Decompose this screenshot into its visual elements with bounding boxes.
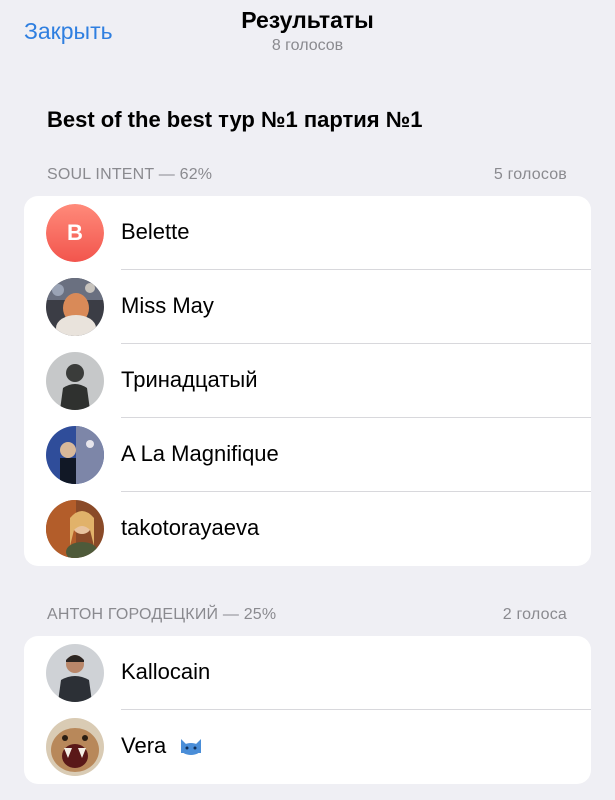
avatar [46, 278, 104, 336]
voter-row[interactable]: B Belette [24, 196, 591, 270]
option-header: АНТОН ГОРОДЕЦКИЙ — 25% 2 голоса [47, 606, 567, 628]
voter-name: takotorayaeva [121, 515, 260, 540]
voter-name: Kallocain [121, 659, 211, 684]
voters-list: B Belette Miss May Тринадцатый A La Magn… [24, 196, 591, 566]
avatar [46, 352, 104, 410]
voter-row[interactable]: takotorayaeva [24, 492, 591, 566]
option-header: SOUL INTENT — 62% 5 голосов [47, 166, 567, 188]
voter-name: Vera [121, 733, 167, 758]
voter-name: Miss May [121, 293, 214, 318]
avatar-photo [46, 352, 104, 410]
voter-row[interactable]: Тринадцатый [24, 344, 591, 418]
blue-cat-emoji-icon [178, 733, 204, 761]
voter-name: A La Magnifique [121, 441, 279, 466]
avatar-photo [46, 644, 104, 702]
avatar-photo [46, 278, 104, 336]
option-label: АНТОН ГОРОДЕЦКИЙ — 25% [47, 606, 277, 623]
nav-header: Закрыть Результаты 8 голосов [0, 0, 615, 66]
avatar-photo [46, 426, 104, 484]
option-vote-count: 2 голоса [502, 606, 567, 623]
voter-row[interactable]: Vera [24, 710, 591, 784]
avatar [46, 500, 104, 558]
avatar [46, 718, 104, 776]
avatar [46, 644, 104, 702]
voter-name: Тринадцатый [121, 367, 258, 392]
voter-row[interactable]: A La Magnifique [24, 418, 591, 492]
voters-list: Kallocain Vera [24, 636, 591, 784]
page-title: Результаты [241, 7, 374, 33]
option-label: SOUL INTENT — 62% [47, 166, 213, 183]
avatar-photo [46, 500, 104, 558]
voter-name-with-badge: Vera [121, 733, 204, 761]
option-vote-count: 5 голосов [493, 166, 567, 183]
total-votes-subtitle: 8 голосов [271, 37, 344, 54]
voter-name: Belette [121, 219, 190, 244]
avatar [46, 426, 104, 484]
voter-row[interactable]: Kallocain [24, 636, 591, 710]
voter-row[interactable]: Miss May [24, 270, 591, 344]
avatar-photo [46, 718, 104, 776]
avatar: B [46, 204, 104, 262]
poll-question: Best of the best тур №1 партия №1 [47, 107, 423, 132]
avatar-initial: B [46, 204, 104, 262]
